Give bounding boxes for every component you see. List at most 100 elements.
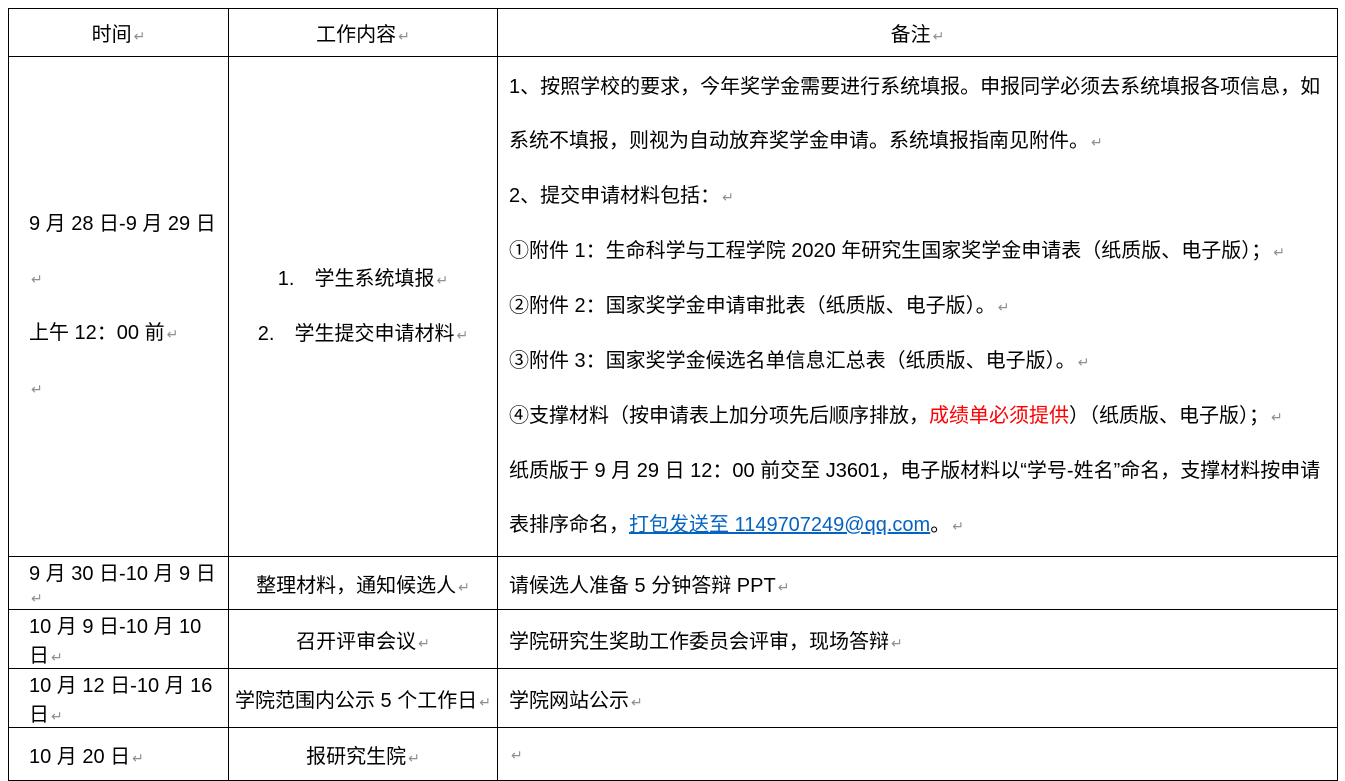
pilcrow-mark: ↵ (436, 272, 448, 288)
header-label-time: 时间 (92, 24, 132, 46)
work-entry-text: 整理材料，通知候选人 (256, 575, 456, 597)
pilcrow-mark: ↵ (408, 750, 420, 766)
time-entry-text: 9 月 30 日-10 月 9 日 (29, 563, 216, 585)
remark-text: 学院网站公示 (509, 690, 629, 712)
remark-paragraph: 请候选人准备 5 分钟答辩 PPT↵ (509, 569, 1329, 598)
remark-paragraph: ↵ (509, 743, 1329, 766)
remark-text: 2、提交申请材料包括： (509, 185, 720, 207)
time-entry: 10 月 9 日-10 月 10 日↵ (29, 610, 224, 668)
remark-text: ③附件 3：国家奖学金候选名单信息汇总表（纸质版、电子版）。 (509, 350, 1076, 372)
pilcrow-mark: ↵ (1091, 134, 1103, 150)
table-body: 9 月 28 日-9 月 29 日↵上午 12：00 前↵↵1. 学生系统填报↵… (9, 57, 1338, 781)
remark-paragraph: ④支撑材料（按申请表上加分项先后顺序排放，成绩单必须提供）（纸质版、电子版）；↵ (509, 389, 1329, 444)
remark-text: 学院研究生奖助工作委员会评审，现场答辩 (509, 631, 889, 653)
remark-cell: 请候选人准备 5 分钟答辩 PPT↵ (498, 557, 1338, 610)
work-cell: 报研究生院↵ (229, 728, 498, 781)
remark-paragraph: 学院网站公示↵ (509, 684, 1329, 713)
work-entry-text: 报研究生院 (306, 746, 406, 768)
remark-text: ④支撑材料（按申请表上加分项先后顺序排放， (509, 405, 929, 427)
header-cell-remarks: 备注↵ (498, 9, 1338, 57)
remark-paragraph: ③附件 3：国家奖学金候选名单信息汇总表（纸质版、电子版）。↵ (509, 334, 1329, 389)
pilcrow-mark: ↵ (479, 694, 491, 710)
work-entry: 报研究生院↵ (233, 740, 493, 769)
remark-paragraph: ①附件 1：生命科学与工程学院 2020 年研究生国家奖学金申请表（纸质版、电子… (509, 224, 1329, 279)
pilcrow-mark: ↵ (167, 326, 179, 342)
time-cell: 9 月 28 日-9 月 29 日↵上午 12：00 前↵↵ (9, 57, 229, 557)
remark-paragraph: 1、按照学校的要求，今年奖学金需要进行系统填报。申报同学必须去系统填报各项信息，… (509, 60, 1329, 169)
pilcrow-mark: ↵ (51, 649, 63, 665)
remark-cell: 学院网站公示↵ (498, 669, 1338, 728)
pilcrow-mark: ↵ (511, 747, 523, 763)
work-entry: 整理材料，通知候选人↵ (233, 569, 493, 598)
remark-paragraph: 学院研究生奖助工作委员会评审，现场答辩↵ (509, 625, 1329, 654)
time-entry-text: 上午 12：00 前 (29, 322, 165, 344)
pilcrow-mark: ↵ (31, 381, 43, 397)
email-link[interactable]: 打包发送至 1149707249@qq.com (629, 514, 930, 536)
pilcrow-mark: ↵ (891, 635, 903, 651)
remark-text: 请候选人准备 5 分钟答辩 PPT (509, 575, 776, 597)
pilcrow-mark: ↵ (31, 590, 43, 606)
table-row: 10 月 20 日↵报研究生院↵↵ (9, 728, 1338, 781)
table-row: 9 月 28 日-9 月 29 日↵上午 12：00 前↵↵1. 学生系统填报↵… (9, 57, 1338, 557)
time-entry-text: 10 月 20 日 (29, 746, 130, 768)
pilcrow-mark: ↵ (952, 518, 964, 534)
remark-text: ）（纸质版、电子版）； (1069, 405, 1269, 427)
schedule-table: 时间↵ 工作内容↵ 备注↵ 9 月 28 日-9 月 29 日↵上午 12：00… (8, 8, 1338, 781)
time-cell: 9 月 30 日-10 月 9 日 ↵ (9, 557, 229, 610)
header-cell-work: 工作内容↵ (229, 9, 498, 57)
pilcrow-mark: ↵ (778, 579, 790, 595)
table-row: 10 月 9 日-10 月 10 日↵召开评审会议↵学院研究生奖助工作委员会评审… (9, 610, 1338, 669)
header-row: 时间↵ 工作内容↵ 备注↵ (9, 9, 1338, 57)
work-entry-text: 召开评审会议 (296, 631, 416, 653)
document-page: 时间↵ 工作内容↵ 备注↵ 9 月 28 日-9 月 29 日↵上午 12：00… (8, 8, 1338, 781)
pilcrow-mark: ↵ (134, 28, 146, 44)
work-cell: 整理材料，通知候选人↵ (229, 557, 498, 610)
pilcrow-mark: ↵ (1271, 409, 1283, 425)
remark-paragraph: 纸质版于 9 月 29 日 12：00 前交至 J3601，电子版材料以“学号-… (509, 444, 1329, 553)
remark-text: 1、按照学校的要求，今年奖学金需要进行系统填报。申报同学必须去系统填报各项信息，… (509, 76, 1320, 152)
remark-cell: 1、按照学校的要求，今年奖学金需要进行系统填报。申报同学必须去系统填报各项信息，… (498, 57, 1338, 557)
work-entry-text: 学院范围内公示 5 个工作日 (235, 690, 477, 712)
time-cell: 10 月 9 日-10 月 10 日↵ (9, 610, 229, 669)
pilcrow-mark: ↵ (398, 28, 410, 44)
pilcrow-mark: ↵ (458, 579, 470, 595)
remark-paragraph: 2、提交申请材料包括：↵ (509, 169, 1329, 224)
work-cell: 学院范围内公示 5 个工作日↵ (229, 669, 498, 728)
pilcrow-mark: ↵ (456, 327, 468, 343)
table-row: 9 月 30 日-10 月 9 日↵整理材料，通知候选人↵请候选人准备 5 分钟… (9, 557, 1338, 610)
time-cell: 10 月 20 日↵ (9, 728, 229, 781)
header-label-work: 工作内容 (316, 24, 396, 46)
remark-text: 。 (930, 514, 950, 536)
time-cell: 10 月 12 日-10 月 16 日↵ (9, 669, 229, 728)
work-entry-text: 1. 学生系统填报 (278, 268, 435, 290)
pilcrow-mark: ↵ (132, 750, 144, 766)
pilcrow-mark: ↵ (1078, 354, 1090, 370)
pilcrow-mark: ↵ (933, 28, 945, 44)
work-cell: 1. 学生系统填报↵2. 学生提交申请材料↵ (229, 57, 498, 557)
remark-text: ①附件 1：生命科学与工程学院 2020 年研究生国家奖学金申请表（纸质版、电子… (509, 240, 1271, 262)
work-entry: 2. 学生提交申请材料↵ (233, 307, 493, 362)
table-row: 10 月 12 日-10 月 16 日↵学院范围内公示 5 个工作日↵学院网站公… (9, 669, 1338, 728)
remark-cell: 学院研究生奖助工作委员会评审，现场答辩↵ (498, 610, 1338, 669)
pilcrow-mark: ↵ (1273, 244, 1285, 260)
work-cell: 召开评审会议↵ (229, 610, 498, 669)
table-header: 时间↵ 工作内容↵ 备注↵ (9, 9, 1338, 57)
work-entry: 1. 学生系统填报↵ (233, 252, 493, 307)
time-entry-text: 9 月 28 日-9 月 29 日 (29, 213, 216, 235)
remark-text: ②附件 2：国家奖学金申请审批表（纸质版、电子版）。 (509, 295, 996, 317)
pilcrow-mark: ↵ (631, 694, 643, 710)
remark-paragraph: ②附件 2：国家奖学金申请审批表（纸质版、电子版）。↵ (509, 279, 1329, 334)
time-entry: 10 月 12 日-10 月 16 日↵ (29, 669, 224, 727)
work-entry-text: 2. 学生提交申请材料 (258, 323, 455, 345)
time-entry: 9 月 30 日-10 月 9 日 ↵ (29, 557, 224, 609)
pilcrow-mark: ↵ (31, 271, 43, 287)
header-label-remarks: 备注 (891, 24, 931, 46)
pilcrow-mark: ↵ (51, 708, 63, 724)
time-entry: ↵ (29, 361, 224, 416)
pilcrow-mark: ↵ (418, 635, 430, 651)
pilcrow-mark: ↵ (722, 189, 734, 205)
time-entry: 9 月 28 日-9 月 29 日 ↵ (29, 197, 224, 306)
red-emphasis-text: 成绩单必须提供 (929, 405, 1069, 427)
work-entry: 学院范围内公示 5 个工作日↵ (233, 684, 493, 713)
pilcrow-mark: ↵ (998, 299, 1010, 315)
